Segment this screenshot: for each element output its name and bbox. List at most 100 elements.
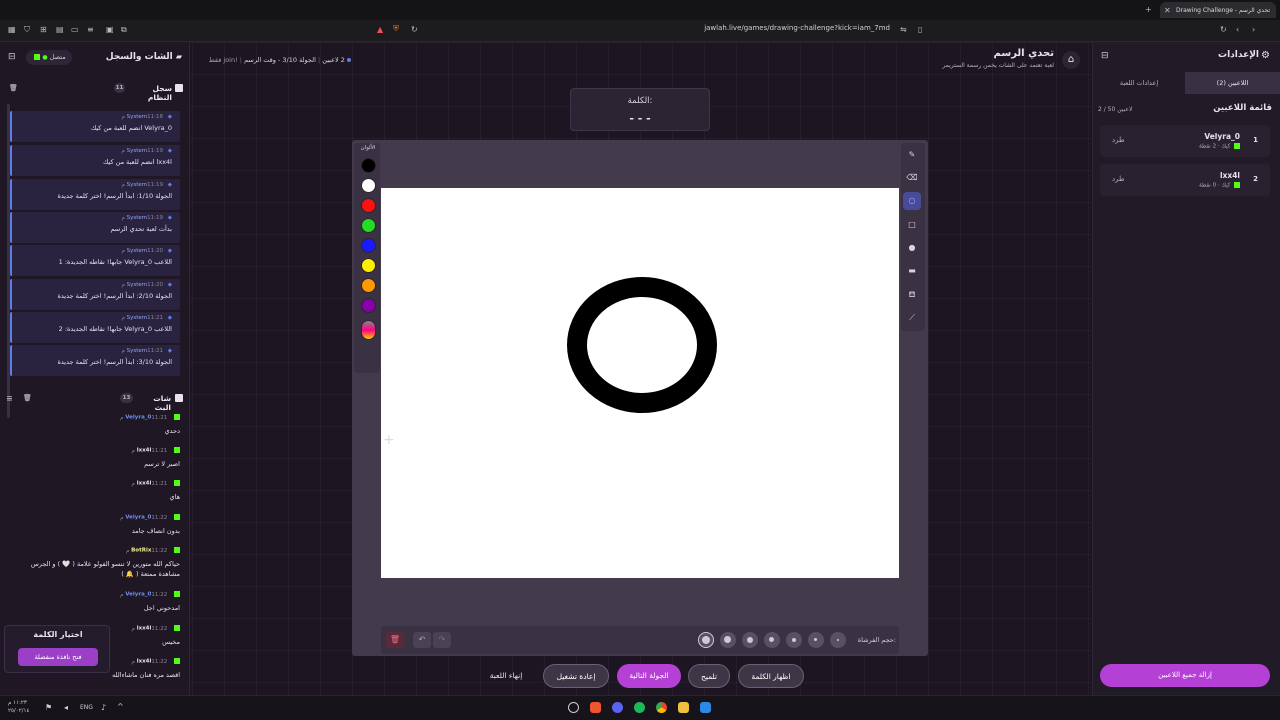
chrome-icon[interactable] <box>656 702 667 713</box>
brush-size-option[interactable] <box>742 632 758 648</box>
collapse-panel-icon[interactable]: ⊟ <box>1101 51 1109 61</box>
remove-all-players-button[interactable]: إزالة جميع اللاعبين <box>1100 664 1270 687</box>
hint-button[interactable]: تلميح <box>688 664 730 688</box>
clock[interactable]: ١١:٢٣ م ٢٥/٠٢/١٤ <box>8 699 29 715</box>
kick-icon: K <box>34 54 41 60</box>
refresh-icon[interactable]: ↻ <box>1220 25 1227 34</box>
next-round-button[interactable]: الجولة التالية <box>617 664 681 688</box>
brush-size-option[interactable] <box>764 632 780 648</box>
player-name: lxx4l <box>1219 171 1240 180</box>
new-tab-icon[interactable]: + <box>1145 5 1152 14</box>
color-swatch-blue[interactable] <box>361 238 376 253</box>
microphone-icon[interactable]: ♪ <box>101 703 106 712</box>
search-icon[interactable] <box>568 702 579 713</box>
language-indicator[interactable]: ENG <box>80 704 93 711</box>
tab-players[interactable]: اللاعبين (2) <box>1185 72 1280 94</box>
reveal-word-button[interactable]: اظهار الكلمة <box>738 664 804 688</box>
kick-player-button[interactable]: طرد <box>1112 136 1125 144</box>
share-icon[interactable]: ⇋ <box>900 25 907 34</box>
discord-icon[interactable] <box>612 702 623 713</box>
browser-tab-title: تحدي الرسم - Drawing Challenge <box>1176 7 1270 14</box>
color-swatch-red[interactable] <box>361 198 376 213</box>
reload-icon[interactable]: ↻ <box>411 25 418 34</box>
eraser-icon[interactable]: ⌫ <box>903 169 921 187</box>
screenshot-icon[interactable]: ▣ <box>106 25 114 34</box>
brush-size-option[interactable] <box>786 632 802 648</box>
circle-icon[interactable]: ○ <box>903 192 921 210</box>
color-swatch-orange[interactable] <box>361 278 376 293</box>
filter-icon[interactable]: ≡ <box>6 394 13 403</box>
kick-icon: K <box>174 591 180 597</box>
crosshair-cursor: + <box>383 432 395 448</box>
chat-message: K BotRix11:22 م حياكم الله متورين لا تنس… <box>30 547 180 578</box>
color-swatch-yellow[interactable] <box>361 258 376 273</box>
drawing-canvas[interactable] <box>381 188 899 578</box>
line-icon[interactable]: ⟋ <box>903 309 921 327</box>
reading-icon[interactable]: ▭ <box>71 25 79 34</box>
kick-icon: K <box>174 514 180 520</box>
drawing-layer <box>567 277 717 413</box>
color-swatch-white[interactable] <box>361 178 376 193</box>
notification-icon[interactable]: ⚑ <box>45 703 52 712</box>
settings-title: الإعدادات <box>1218 50 1259 60</box>
players-count: 2 لاعبين <box>322 56 345 64</box>
fill-rect-icon[interactable]: ▬ <box>903 262 921 280</box>
pencil-icon[interactable]: ✎ <box>903 146 921 164</box>
file-explorer-icon[interactable] <box>678 702 689 713</box>
system-log-count: 11 <box>114 83 125 93</box>
system-log-item: ◆ System11:19 م بدأت لعبة تحدي الرسم <box>10 212 180 243</box>
extensions-icon[interactable]: ⧉ <box>121 25 127 35</box>
color-swatch-purple[interactable] <box>361 298 376 313</box>
collapse-panel-icon[interactable]: ⊟ <box>8 52 16 62</box>
color-swatch-green[interactable] <box>361 218 376 233</box>
trash-icon[interactable]: 🗑 <box>9 84 18 92</box>
page-subtitle: لعبة تعتمد على الشات يخمن رسمة الستريمر <box>942 62 1054 69</box>
system-log-header: 🗑 11 سجل النظام <box>0 82 190 102</box>
fill-bucket-icon[interactable]: ⛾ <box>903 286 921 304</box>
forward-icon[interactable]: › <box>1252 25 1255 34</box>
custom-color-picker[interactable] <box>361 320 376 340</box>
back-icon[interactable]: ‹ <box>1236 25 1239 34</box>
undo-icon[interactable]: ↶ <box>413 632 431 648</box>
shield-icon[interactable]: ⛉ <box>24 25 30 35</box>
word-label: الكلمة: <box>627 96 653 106</box>
open-window-button[interactable]: فتح نافذة منفصلة <box>18 648 98 666</box>
redo-icon[interactable]: ↷ <box>433 632 451 648</box>
brush-size-option[interactable] <box>808 632 824 648</box>
menu-icon[interactable]: ≡ <box>87 25 94 34</box>
tabs-icon[interactable]: ▤ <box>56 25 64 34</box>
color-swatch-black[interactable] <box>361 158 376 173</box>
home-icon[interactable]: ⌂ <box>1062 51 1080 69</box>
end-game-button[interactable]: إنهاء اللعبة <box>478 664 534 688</box>
brave-rewards-icon[interactable]: ▲ <box>377 25 383 34</box>
brush-size-option[interactable] <box>830 632 846 648</box>
windows-start-icon[interactable] <box>700 702 711 713</box>
rectangle-icon[interactable]: □ <box>903 216 921 234</box>
volume-icon[interactable]: ◂ <box>64 703 68 712</box>
brush-size-option[interactable] <box>720 632 736 648</box>
kick-player-button[interactable]: طرد <box>1112 175 1125 183</box>
system-log-item: ◆ System11:21 م اللاعب Velyra_0 جابها! ن… <box>10 312 180 343</box>
live-chat-count: 13 <box>120 393 133 403</box>
chat-bubble-icon <box>175 394 183 402</box>
brave-browser-icon[interactable] <box>590 702 601 713</box>
url-bar[interactable]: jawlah.live/games/drawing-challenge?kick… <box>420 24 890 36</box>
system-log-item: ◆ System11:21 م الجولة 3/10: ابدأ الرسم!… <box>10 345 180 376</box>
clear-canvas-icon[interactable]: 🗑 <box>386 632 404 648</box>
trash-icon[interactable]: 🗑 <box>23 394 32 402</box>
brush-size-option[interactable] <box>698 632 714 648</box>
close-tab-icon[interactable]: ✕ <box>1164 6 1171 15</box>
browser-tab[interactable]: تحدي الرسم - Drawing Challenge <box>1160 2 1276 18</box>
chat-message: K lxx4l11:21 م اصبر لا ترسم <box>131 447 180 468</box>
dot-icon[interactable]: ● <box>903 239 921 257</box>
sidebar-icon[interactable]: ▦ <box>8 25 16 34</box>
tray-chevron-icon[interactable]: ^ <box>117 702 124 711</box>
restart-button[interactable]: إعادة تشغيل <box>543 664 609 688</box>
grid-icon[interactable]: ⊞ <box>40 25 47 34</box>
tab-game-settings[interactable]: إعدادات اللعبة <box>1093 72 1185 94</box>
brave-shield-icon[interactable]: ⛨ <box>393 24 399 34</box>
bookmark-icon[interactable]: ▯ <box>918 25 922 34</box>
tab-strip <box>0 0 1280 20</box>
spotify-icon[interactable] <box>634 702 645 713</box>
system-log-item: ◆ System11:20 م الجولة 2/10: ابدأ الرسم!… <box>10 279 180 310</box>
